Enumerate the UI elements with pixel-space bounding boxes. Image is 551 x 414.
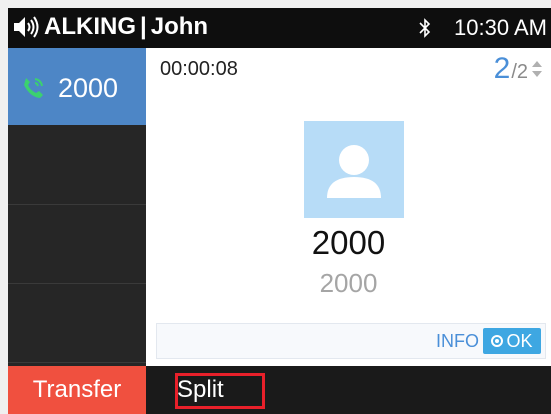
account-name: John xyxy=(150,13,209,40)
call-duration: 00:00:08 xyxy=(160,58,238,80)
contact-avatar xyxy=(304,121,404,218)
clock: 10:30 AM xyxy=(454,15,547,40)
transfer-label: Transfer xyxy=(32,376,122,403)
line-key-2[interactable] xyxy=(8,128,146,205)
speaker-icon xyxy=(14,16,39,38)
ok-button[interactable]: OK xyxy=(483,328,541,354)
softkey-bar: Transfer Split xyxy=(8,366,551,414)
ok-label: OK xyxy=(506,330,533,351)
line-label: 2000 xyxy=(58,73,119,103)
caller-name: 2000 xyxy=(311,224,386,261)
total-calls: 2 xyxy=(516,61,528,83)
call-counter: 2 / 2 xyxy=(494,52,543,86)
status-bar: ALKING | John 10:30 AM xyxy=(8,8,551,48)
line-list: 2000 xyxy=(8,48,146,366)
line-key-1[interactable]: 2000 xyxy=(8,48,146,125)
phone-screen: ALKING | John 10:30 AM 2000 00:00:08 2 /… xyxy=(8,8,551,414)
split-highlight-box xyxy=(175,373,265,409)
info-bar: INFO OK xyxy=(156,323,546,359)
phone-call-icon xyxy=(24,78,43,98)
line-key-4[interactable] xyxy=(8,286,146,363)
call-panel: 00:00:08 2 / 2 2000 2000 INFO OK xyxy=(146,48,551,366)
status-left: ALKING | John xyxy=(12,12,208,42)
person-icon xyxy=(327,145,381,198)
current-call-index: 2 xyxy=(493,52,511,85)
info-label: INFO xyxy=(436,331,479,351)
status-right: 10:30 AM xyxy=(418,15,547,41)
line-key-3[interactable] xyxy=(8,207,146,284)
call-state-label: ALKING xyxy=(44,13,136,40)
bluetooth-icon xyxy=(419,18,431,38)
transfer-softkey[interactable]: Transfer xyxy=(8,366,146,414)
caller-number: 2000 xyxy=(319,268,378,298)
up-down-arrows-icon[interactable] xyxy=(531,60,543,78)
status-separator: | xyxy=(140,13,147,40)
ok-circle-icon xyxy=(491,335,504,347)
